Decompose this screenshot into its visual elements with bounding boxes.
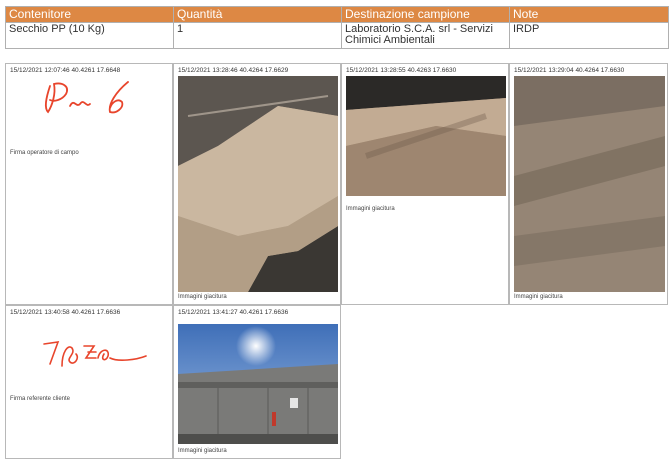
cell-meta: 15/12/2021 13:28:46 40.4264 17.6629 xyxy=(178,67,289,74)
cell-caption: Firma referente cliente xyxy=(10,396,71,402)
site-photo xyxy=(178,324,338,444)
site-photo xyxy=(514,76,665,292)
site-photo xyxy=(178,76,338,292)
header-destinazione: Destinazione campione xyxy=(341,6,510,23)
cell-note: IRDP xyxy=(509,22,669,49)
cell-caption: Immagini giacitura xyxy=(514,294,563,300)
photo-cell-3: 15/12/2021 13:29:04 40.4264 17.6630 Imma… xyxy=(509,63,668,305)
cell-caption: Firma operatore di campo xyxy=(10,150,79,156)
site-photo xyxy=(346,76,506,196)
cell-destinazione: Laboratorio S.C.A. srl - Servizi Chimici… xyxy=(341,22,510,49)
client-signature xyxy=(40,338,150,370)
table-header-row: Contenitore Quantità Destinazione campio… xyxy=(5,6,669,23)
photo-cell-2: 15/12/2021 13:28:55 40.4263 17.6630 Imma… xyxy=(341,63,509,305)
cell-caption: Immagini giacitura xyxy=(346,206,395,212)
signature-cell-operator: 15/12/2021 12:07:46 40.4261 17.6648 Firm… xyxy=(5,63,173,305)
table-row: Secchio PP (10 Kg) 1 Laboratorio S.C.A. … xyxy=(5,22,669,49)
cell-caption: Immagini giacitura xyxy=(178,294,227,300)
cell-contenitore: Secchio PP (10 Kg) xyxy=(5,22,174,49)
cell-quantita: 1 xyxy=(173,22,342,49)
cell-meta: 15/12/2021 13:29:04 40.4264 17.6630 xyxy=(514,67,625,74)
cell-meta: 15/12/2021 13:28:55 40.4263 17.6630 xyxy=(346,67,457,74)
photo-cell-5: 15/12/2021 13:41:27 40.4261 17.6636 Imma… xyxy=(173,305,341,459)
cell-caption: Immagini giacitura xyxy=(178,448,227,454)
signature-cell-client: 15/12/2021 13:40:58 40.4261 17.6636 Firm… xyxy=(5,305,173,459)
cell-meta: 15/12/2021 12:07:46 40.4261 17.6648 xyxy=(10,67,121,74)
photo-cell-1: 15/12/2021 13:28:46 40.4264 17.6629 Imma… xyxy=(173,63,341,305)
cell-meta: 15/12/2021 13:40:58 40.4261 17.6636 xyxy=(10,309,121,316)
header-contenitore: Contenitore xyxy=(5,6,174,23)
sample-info-table: Contenitore Quantità Destinazione campio… xyxy=(5,6,669,49)
header-quantita: Quantità xyxy=(173,6,342,23)
cell-meta: 15/12/2021 13:41:27 40.4261 17.6636 xyxy=(178,309,289,316)
header-note: Note xyxy=(509,6,669,23)
operator-signature xyxy=(36,78,146,118)
